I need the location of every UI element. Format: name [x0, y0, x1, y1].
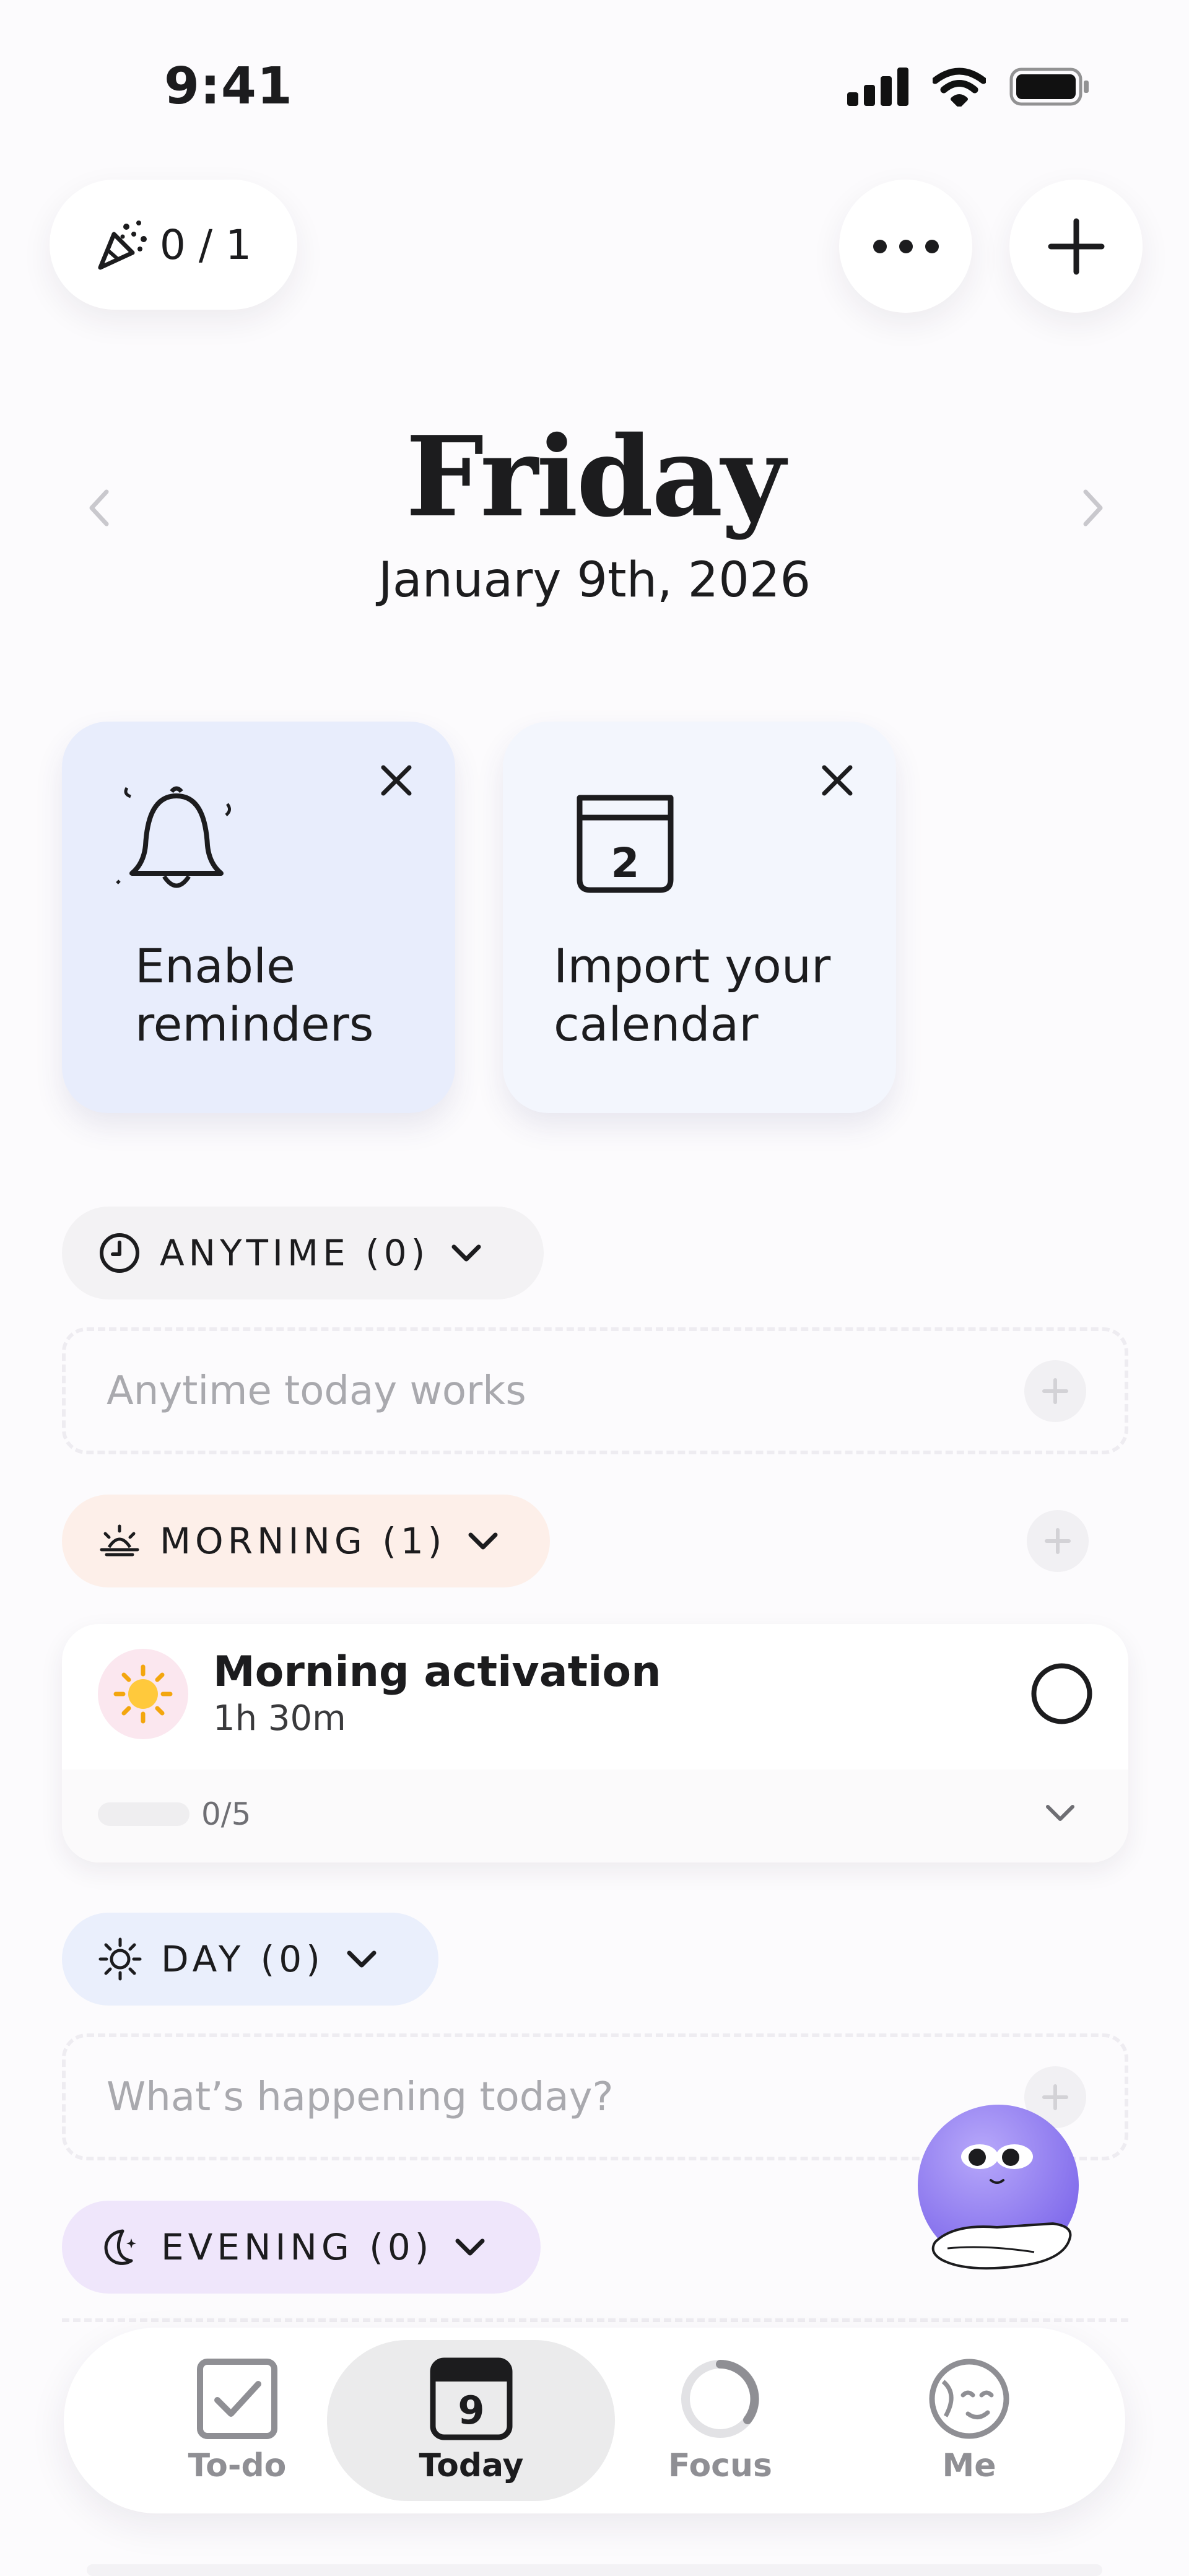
enable-reminders-label: Enable reminders: [135, 937, 374, 1054]
celebration-counter-button[interactable]: 0 / 1: [50, 180, 297, 310]
ellipsis-icon: [873, 239, 939, 253]
assistant-mascot-button[interactable]: [910, 2100, 1090, 2279]
signal-icon: [847, 68, 908, 106]
section-evening-label: EVENING (0): [161, 2226, 433, 2268]
chevron-down-icon: [468, 1532, 498, 1550]
more-button[interactable]: [839, 180, 972, 313]
task-footer[interactable]: 0/5: [62, 1770, 1128, 1862]
weekday-title: Friday: [406, 412, 785, 541]
bell-icon: [116, 786, 231, 888]
enable-reminders-card[interactable]: Enable reminders: [62, 722, 455, 1113]
section-anytime-label: ANYTIME (0): [160, 1232, 430, 1274]
section-day-toggle[interactable]: DAY (0): [62, 1913, 438, 2006]
tab-me-label: Me: [942, 2447, 996, 2484]
tab-bar: To-do 9 Today Focus Me: [64, 2328, 1125, 2513]
plus-icon: [1048, 218, 1104, 274]
face-icon: [929, 2359, 1009, 2439]
add-anytime-button[interactable]: [1024, 1360, 1086, 1422]
sun-outline-icon: [98, 1937, 142, 1981]
import-calendar-label: Import your calendar: [554, 937, 830, 1054]
tab-todo[interactable]: To-do: [157, 2328, 318, 2513]
card-label-line1: Import your: [554, 938, 831, 993]
task-title: Morning activation: [213, 1648, 661, 1696]
sunrise-icon: [100, 1524, 139, 1557]
checkbox-icon: [197, 2359, 277, 2439]
focus-ring-icon: [681, 2360, 759, 2438]
celebration-counter: 0 / 1: [159, 220, 252, 269]
party-popper-icon: [98, 220, 147, 270]
wifi-icon: [933, 68, 986, 107]
day-placeholder: What’s happening today?: [107, 2074, 614, 2120]
import-calendar-card[interactable]: 2 Import your calendar: [503, 722, 896, 1113]
chevron-down-icon: [455, 2238, 485, 2256]
status-icons: [847, 67, 1090, 107]
anytime-add-row[interactable]: Anytime today works: [62, 1327, 1128, 1454]
card-label-line2: calendar: [554, 997, 759, 1052]
close-icon[interactable]: [816, 759, 859, 802]
card-label-line2: reminders: [135, 997, 374, 1052]
tab-focus[interactable]: Focus: [640, 2328, 801, 2513]
plus-icon: [1045, 1528, 1071, 1554]
full-date: January 9th, 2026: [378, 552, 811, 608]
add-button[interactable]: [1009, 180, 1143, 313]
chevron-down-icon: [347, 1950, 377, 1968]
tab-focus-label: Focus: [668, 2447, 772, 2484]
status-time: 9:41: [164, 57, 293, 116]
task-progress-text: 0/5: [201, 1796, 251, 1832]
today-day-number: 9: [458, 2388, 485, 2433]
card-label-line1: Enable: [135, 938, 295, 993]
close-icon[interactable]: [375, 759, 418, 802]
plus-icon: [1042, 1378, 1068, 1404]
tab-me[interactable]: Me: [889, 2328, 1050, 2513]
tab-today-label: Today: [419, 2447, 524, 2484]
chevron-down-icon: [451, 1244, 481, 1262]
sun-icon: [113, 1664, 173, 1724]
task-emoji-badge: [98, 1649, 188, 1739]
section-morning-label: MORNING (1): [160, 1520, 446, 1562]
task-morning-activation[interactable]: Morning activation 1h 30m 0/5: [62, 1624, 1128, 1862]
tab-today[interactable]: 9 Today: [391, 2328, 552, 2513]
task-duration: 1h 30m: [213, 1698, 346, 1739]
clock-icon: [100, 1233, 139, 1273]
anytime-placeholder: Anytime today works: [107, 1368, 526, 1414]
chevron-down-icon[interactable]: [1042, 1801, 1079, 1825]
section-morning-toggle[interactable]: MORNING (1): [62, 1495, 550, 1587]
home-indicator-area: [87, 2564, 1102, 2576]
calendar-day-number: 2: [611, 839, 640, 887]
battery-icon: [1009, 68, 1089, 106]
section-day-label: DAY (0): [161, 1938, 324, 1980]
moon-stars-icon: [104, 2229, 136, 2265]
tab-todo-label: To-do: [188, 2447, 287, 2484]
task-complete-checkbox[interactable]: [1029, 1661, 1094, 1726]
section-anytime-toggle[interactable]: ANYTIME (0): [62, 1207, 544, 1299]
task-progress-bar: [98, 1802, 189, 1826]
add-morning-button[interactable]: [1027, 1510, 1089, 1572]
calendar-icon: 9: [429, 2357, 513, 2441]
section-evening-toggle[interactable]: EVENING (0): [62, 2201, 541, 2294]
